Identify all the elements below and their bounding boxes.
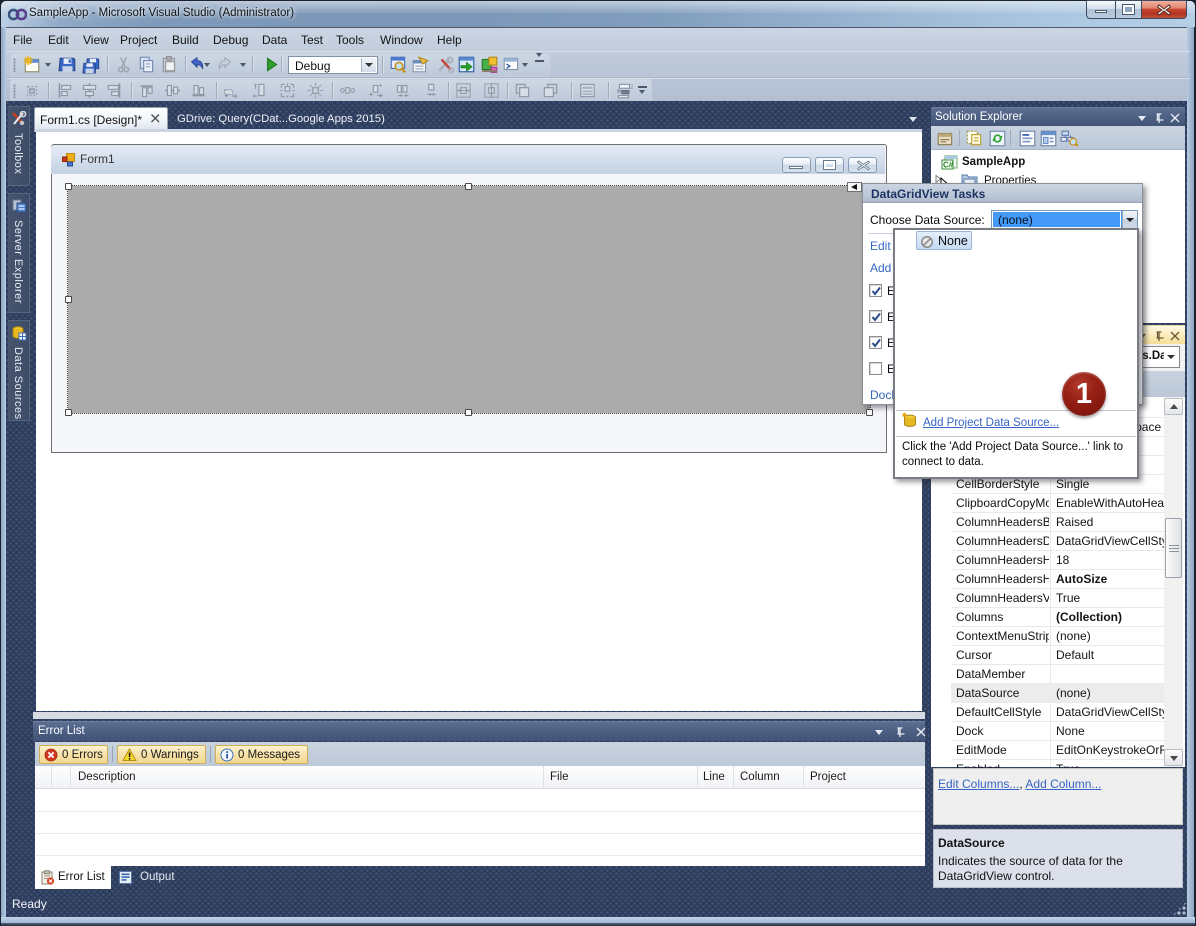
svg-text:2: 2 xyxy=(630,84,634,91)
svg-text:C#: C# xyxy=(943,161,954,170)
